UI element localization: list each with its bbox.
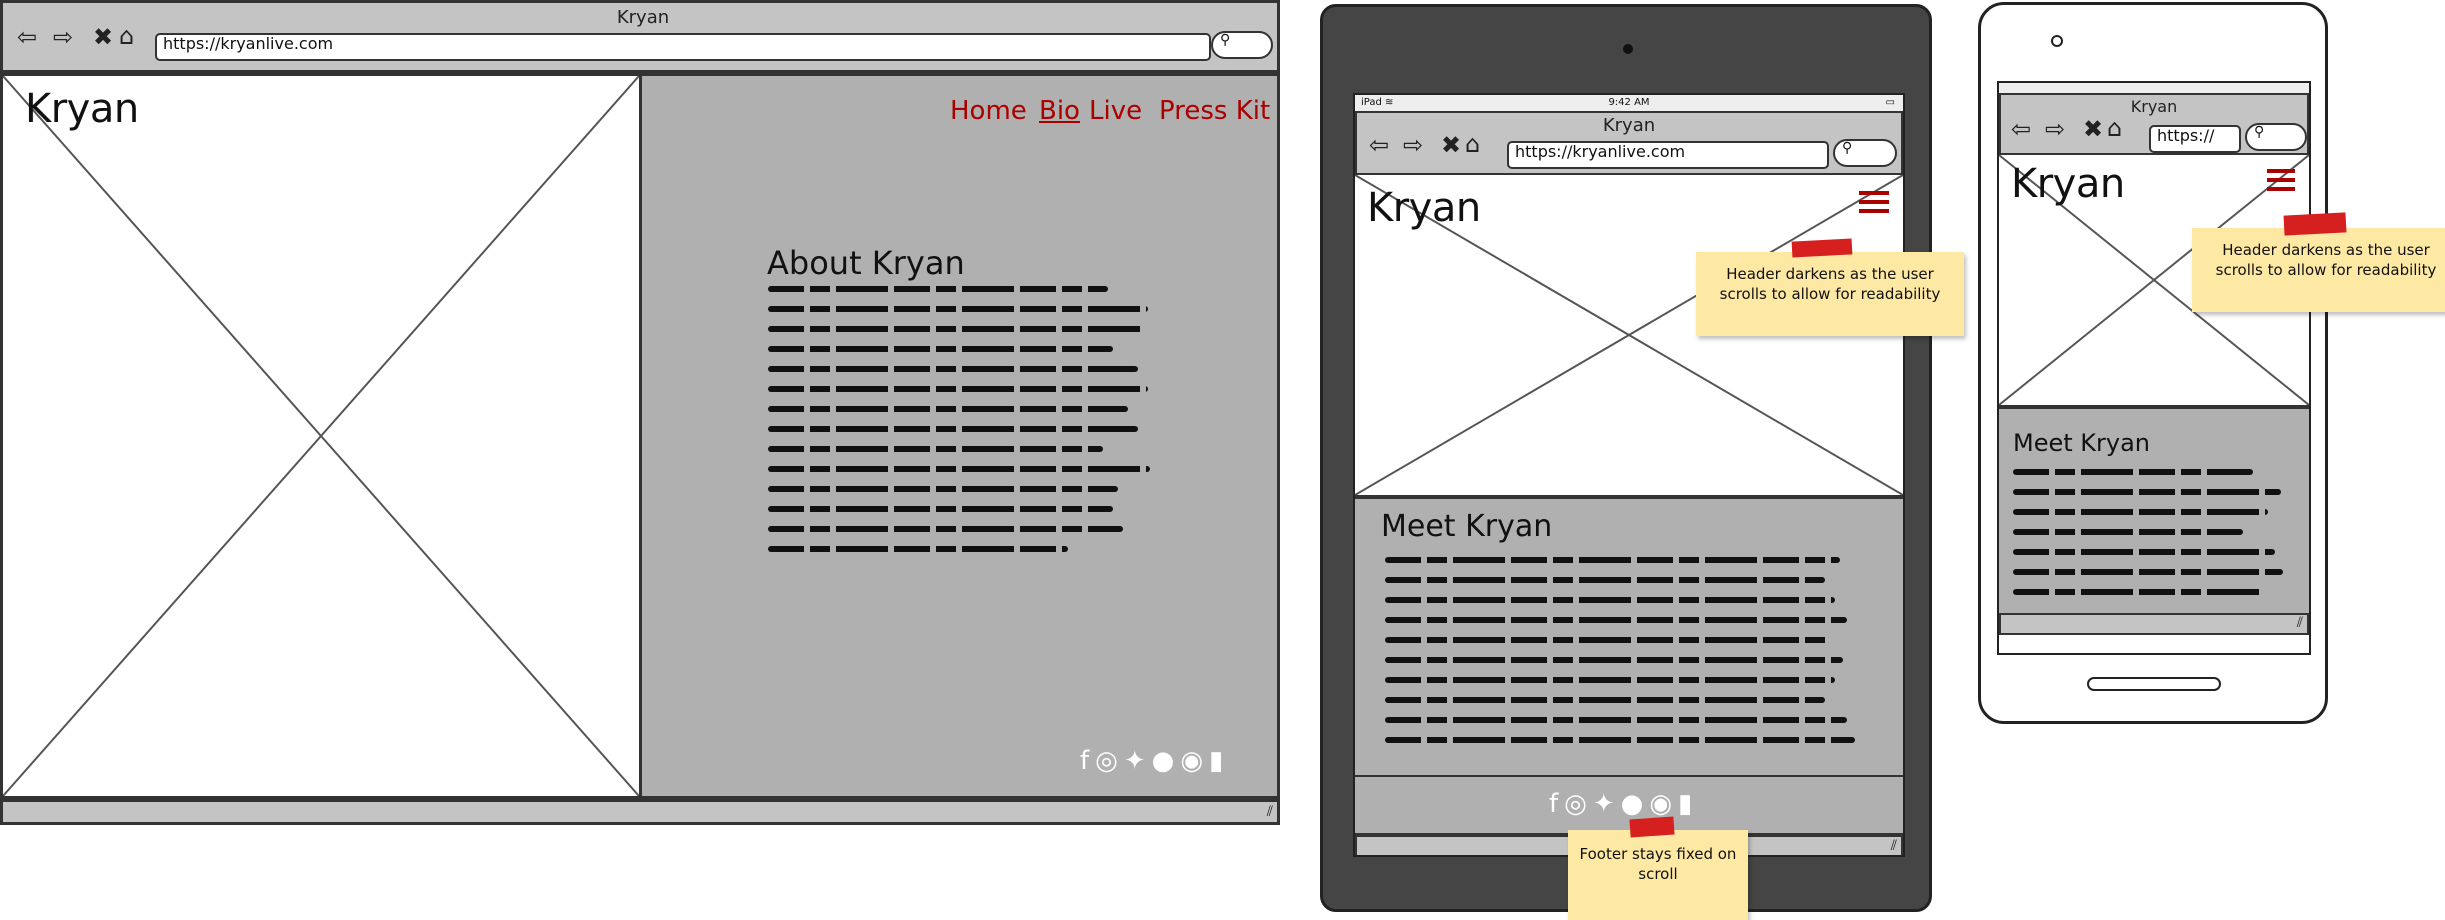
tablet-screen: iPad ≋ 9:42 AM ▭ Kryan ⇦ ⇨ ✖ ⌂ https://k… bbox=[1353, 93, 1905, 857]
phone-url-bar[interactable]: https:// bbox=[2149, 125, 2241, 153]
phone-device: Kryan ⇦ ⇨ ✖ ⌂ https:// ⚲ Kryan Meet Krya… bbox=[1978, 2, 2328, 724]
desktop-hero-image-placeholder: Kryan bbox=[0, 73, 642, 799]
tablet-social-icons: f ◎ ✦ ● ◉ ▮ bbox=[1549, 789, 1692, 819]
nav-link-press-kit[interactable]: Press Kit bbox=[1159, 96, 1270, 126]
desktop-window-title: Kryan bbox=[616, 7, 670, 28]
back-icon[interactable]: ⇦ bbox=[17, 25, 37, 49]
spotify-icon[interactable]: ◉ bbox=[1649, 789, 1672, 819]
tape-strip bbox=[1629, 816, 1675, 838]
phone-home-button[interactable] bbox=[2087, 677, 2221, 691]
back-icon[interactable]: ⇦ bbox=[1369, 133, 1389, 157]
tablet-header-note-text: Header darkens as the user scrolls to al… bbox=[1719, 265, 1941, 303]
back-icon[interactable]: ⇦ bbox=[2011, 117, 2031, 141]
tablet-section-heading: Meet Kryan bbox=[1381, 509, 1553, 544]
home-icon[interactable]: ⌂ bbox=[119, 24, 134, 48]
audio-bars-icon[interactable]: ▮ bbox=[1678, 789, 1692, 819]
desktop-status-bar: ⫽ bbox=[0, 799, 1280, 825]
apple-icon[interactable]: ● bbox=[1152, 746, 1175, 776]
phone-screen: Kryan ⇦ ⇨ ✖ ⌂ https:// ⚲ Kryan Meet Krya… bbox=[1997, 81, 2311, 655]
phone-window-title: Kryan bbox=[2130, 97, 2178, 116]
home-icon[interactable]: ⌂ bbox=[2107, 116, 2122, 140]
phone-brand-logo[interactable]: Kryan bbox=[2011, 161, 2125, 207]
desktop-url-bar[interactable]: https://kryanlive.com bbox=[155, 33, 1211, 61]
desktop-browser-chrome: Kryan ⇦ ⇨ ✖ ⌂ https://kryanlive.com ⚲ bbox=[0, 0, 1280, 73]
facebook-icon[interactable]: f bbox=[1080, 746, 1089, 776]
footer-note-text: Footer stays fixed on scroll bbox=[1579, 845, 1737, 883]
hamburger-menu-icon[interactable] bbox=[1859, 191, 1889, 213]
twitter-icon[interactable]: ✦ bbox=[1124, 746, 1146, 776]
phone-section-heading: Meet Kryan bbox=[2013, 429, 2151, 457]
stop-icon[interactable]: ✖ bbox=[2083, 117, 2103, 141]
forward-icon[interactable]: ⇨ bbox=[1403, 133, 1423, 157]
desktop-social-icons: f ◎ ✦ ● ◉ ▮ bbox=[1080, 746, 1223, 776]
search-icon: ⚲ bbox=[1842, 140, 1853, 156]
phone-header-note: Header darkens as the user scrolls to al… bbox=[2192, 228, 2445, 312]
footer-note: Footer stays fixed on scroll bbox=[1568, 830, 1748, 920]
tape-strip bbox=[1791, 238, 1853, 258]
instagram-icon[interactable]: ◎ bbox=[1095, 746, 1118, 776]
desktop-search-field[interactable]: ⚲ bbox=[1211, 31, 1273, 59]
forward-icon[interactable]: ⇨ bbox=[2045, 117, 2065, 141]
desktop-body-text-placeholder bbox=[768, 286, 1153, 566]
tablet-brand-logo[interactable]: Kryan bbox=[1367, 185, 1481, 231]
forward-icon[interactable]: ⇨ bbox=[53, 25, 73, 49]
phone-camera bbox=[2051, 35, 2063, 47]
nav-link-bio[interactable]: Bio bbox=[1039, 96, 1080, 126]
tablet-header-note: Header darkens as the user scrolls to al… bbox=[1696, 252, 1964, 336]
tablet-camera bbox=[1623, 44, 1633, 54]
tablet-browser-chrome: Kryan ⇦ ⇨ ✖ ⌂ https://kryanlive.com ⚲ bbox=[1355, 111, 1903, 175]
tablet-body-text-placeholder bbox=[1385, 557, 1855, 757]
stop-icon[interactable]: ✖ bbox=[1441, 133, 1461, 157]
tablet-window-title: Kryan bbox=[1602, 115, 1656, 136]
desktop-wireframe: Kryan ⇦ ⇨ ✖ ⌂ https://kryanlive.com ⚲ Kr… bbox=[0, 0, 1280, 825]
tablet-device: iPad ≋ 9:42 AM ▭ Kryan ⇦ ⇨ ✖ ⌂ https://k… bbox=[1320, 4, 1932, 912]
tablet-hero-image-placeholder: Kryan bbox=[1355, 175, 1903, 497]
phone-status-bar bbox=[1999, 83, 2309, 93]
resize-handle-icon[interactable]: ⫽ bbox=[2297, 615, 2303, 631]
tablet-status-time: 9:42 AM bbox=[1608, 97, 1650, 108]
stop-icon[interactable]: ✖ bbox=[93, 25, 113, 49]
battery-icon: ▭ bbox=[1885, 97, 1895, 108]
image-placeholder-cross bbox=[3, 76, 639, 796]
phone-status-strip: ⫽ bbox=[1999, 613, 2309, 635]
audio-bars-icon[interactable]: ▮ bbox=[1209, 746, 1223, 776]
hamburger-menu-icon[interactable] bbox=[2267, 169, 2295, 191]
tablet-content-panel: Meet Kryan bbox=[1355, 497, 1903, 775]
facebook-icon[interactable]: f bbox=[1549, 789, 1558, 819]
tablet-search-field[interactable]: ⚲ bbox=[1833, 139, 1897, 167]
search-icon: ⚲ bbox=[1220, 32, 1231, 48]
search-icon: ⚲ bbox=[2254, 124, 2265, 140]
phone-browser-chrome: Kryan ⇦ ⇨ ✖ ⌂ https:// ⚲ bbox=[1999, 93, 2309, 155]
nav-link-live[interactable]: Live bbox=[1089, 96, 1142, 126]
phone-search-field[interactable]: ⚲ bbox=[2245, 123, 2307, 151]
nav-link-home[interactable]: Home bbox=[950, 96, 1027, 126]
desktop-section-heading: About Kryan bbox=[767, 244, 965, 282]
instagram-icon[interactable]: ◎ bbox=[1564, 789, 1587, 819]
phone-content-panel: Meet Kryan bbox=[1999, 407, 2309, 613]
tape-strip bbox=[2283, 212, 2347, 236]
spotify-icon[interactable]: ◉ bbox=[1180, 746, 1203, 776]
resize-handle-icon[interactable]: ⫽ bbox=[1891, 838, 1897, 854]
phone-speaker bbox=[2111, 39, 2201, 45]
desktop-content-panel: Home Bio Live Press Kit About Kryan f ◎ … bbox=[642, 73, 1280, 799]
phone-header-note-text: Header darkens as the user scrolls to al… bbox=[2215, 241, 2437, 279]
twitter-icon[interactable]: ✦ bbox=[1593, 789, 1615, 819]
tablet-status-bar: iPad ≋ 9:42 AM ▭ bbox=[1355, 95, 1903, 111]
home-icon[interactable]: ⌂ bbox=[1465, 132, 1480, 156]
apple-icon[interactable]: ● bbox=[1621, 789, 1644, 819]
tablet-url-bar[interactable]: https://kryanlive.com bbox=[1507, 141, 1829, 169]
phone-body-text-placeholder bbox=[2013, 469, 2283, 609]
resize-handle-icon[interactable]: ⫽ bbox=[1267, 804, 1273, 820]
desktop-brand-logo[interactable]: Kryan bbox=[25, 86, 139, 132]
